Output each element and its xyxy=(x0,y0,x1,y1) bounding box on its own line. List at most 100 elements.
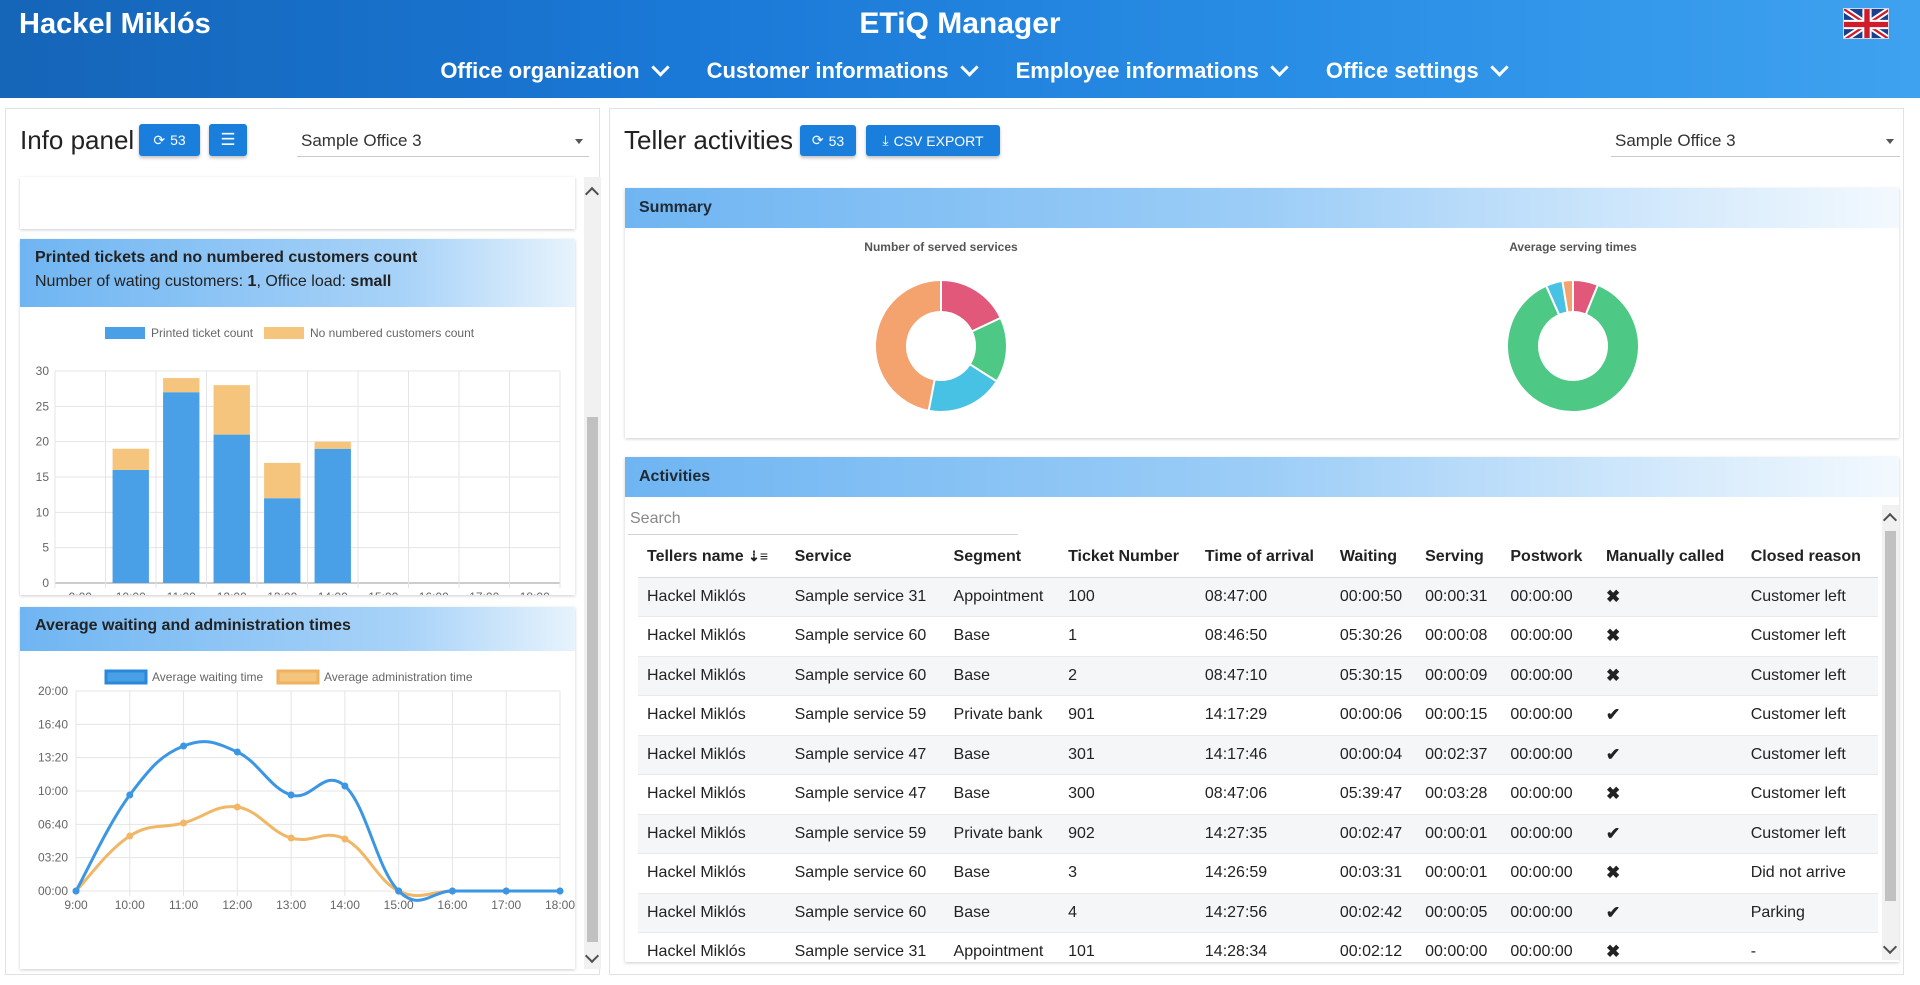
col-closed-reason[interactable]: Closed reason xyxy=(1741,537,1878,578)
scroll-down-icon[interactable] xyxy=(584,948,600,964)
x-tick-label: 11:00 xyxy=(167,590,196,595)
bar-printed-tickets xyxy=(112,469,149,583)
cell-postwork: 00:00:00 xyxy=(1501,695,1597,736)
tickets-bar-chart: Printed ticket count No numbered customer… xyxy=(36,326,561,604)
table-row[interactable]: Hackel Miklós Sample service 60 Base 3 14:26… xyxy=(638,853,1878,894)
scroll-up-icon[interactable] xyxy=(584,186,600,202)
nav-customer-informations[interactable]: Customer informations xyxy=(707,58,979,84)
previous-card xyxy=(20,177,575,229)
menu-button[interactable]: ☰ xyxy=(209,124,247,156)
nav-label: Office settings xyxy=(1325,58,1479,83)
y-tick-label: 10:00 xyxy=(38,784,68,798)
cell-ticket: 2 xyxy=(1059,656,1196,696)
cell-postwork: 00:00:00 xyxy=(1501,853,1597,894)
activities-table: Tellers name ⇣≡ Service Segment Ticket N… xyxy=(638,537,1878,962)
csv-export-button[interactable]: ⤓ CSV EXPORT xyxy=(866,125,1000,156)
cell-postwork: 00:00:00 xyxy=(1501,893,1597,933)
info-refresh-button[interactable]: ⟳ 53 xyxy=(139,124,200,156)
table-row[interactable]: Hackel Miklós Sample service 31 Appointmen… xyxy=(638,577,1878,617)
admin-time-line xyxy=(74,805,560,898)
uk-flag-icon[interactable] xyxy=(1843,8,1889,39)
x-tick-label: 15:00 xyxy=(368,590,398,595)
info-scrollbar[interactable] xyxy=(584,177,601,969)
bar-printed-tickets xyxy=(163,392,200,583)
table-row[interactable]: Hackel Miklós Sample service 47 Base 301 14:… xyxy=(638,735,1878,775)
x-tick-label: 11:00 xyxy=(169,898,198,912)
tickets-card-header: Printed tickets and no numbered customer… xyxy=(20,239,575,307)
times-line-chart: Average waiting time Average administrati… xyxy=(38,669,575,912)
cell-reason: Customer left xyxy=(1741,695,1878,736)
chevron-down-icon xyxy=(1489,58,1509,77)
activities-scrollbar[interactable] xyxy=(1882,505,1899,960)
cell-waiting: 00:02:42 xyxy=(1330,893,1417,933)
cell-waiting: 00:00:50 xyxy=(1330,577,1417,617)
load-value: small xyxy=(350,273,392,290)
cell-serving: 00:02:37 xyxy=(1416,735,1502,775)
y-tick-label: 06:40 xyxy=(38,817,68,831)
col-tellers-name[interactable]: Tellers name ⇣≡ xyxy=(638,537,786,578)
serving-times-donut xyxy=(1506,278,1640,413)
cell-segment: Appointment xyxy=(944,577,1060,617)
scroll-thumb[interactable] xyxy=(1885,531,1896,901)
cell-segment: Base xyxy=(944,735,1060,775)
app-header: Hackel Miklós ETiQ Manager Office organi… xyxy=(0,0,1920,98)
x-tick-label: 10:00 xyxy=(116,590,146,595)
scroll-thumb[interactable] xyxy=(587,417,598,942)
served-services-slice xyxy=(874,278,942,413)
scroll-up-icon[interactable] xyxy=(1882,512,1898,528)
cell-segment: Base xyxy=(944,616,1060,657)
info-office-select[interactable]: Sample Office 3 xyxy=(297,125,589,157)
col-ticket-number[interactable]: Ticket Number xyxy=(1059,537,1196,578)
table-row[interactable]: Hackel Miklós Sample service 60 Base 1 08:46… xyxy=(638,616,1878,657)
dropdown-caret-icon xyxy=(1886,139,1894,144)
y-tick-label: 20:00 xyxy=(38,684,68,698)
col-time-of-arrival[interactable]: Time of arrival xyxy=(1195,537,1331,578)
cell-serving: 00:00:00 xyxy=(1416,932,1502,962)
cell-teller: Hackel Miklós xyxy=(638,695,786,736)
cell-segment: Base xyxy=(944,853,1060,894)
search-input[interactable]: Search xyxy=(628,505,1018,535)
y-tick-label: 15 xyxy=(36,470,50,484)
x-tick-label: 12:00 xyxy=(217,590,247,595)
cell-service: Sample service 60 xyxy=(785,893,945,933)
x-tick-label: 10:00 xyxy=(115,898,145,912)
col-segment[interactable]: Segment xyxy=(944,537,1060,578)
table-row[interactable]: Hackel Miklós Sample service 59 Private ba… xyxy=(638,695,1878,736)
cell-serving: 00:00:09 xyxy=(1416,656,1502,696)
cell-arrival: 08:46:50 xyxy=(1195,616,1331,657)
cell-ticket: 301 xyxy=(1059,735,1196,775)
col-serving[interactable]: Serving xyxy=(1416,537,1502,578)
cell-teller: Hackel Miklós xyxy=(638,774,786,815)
table-row[interactable]: Hackel Miklós Sample service 31 Appointmen… xyxy=(638,932,1878,962)
cell-ticket: 902 xyxy=(1059,814,1196,854)
cell-waiting: 00:00:04 xyxy=(1330,735,1417,775)
main-nav: Office organization Customer information… xyxy=(0,58,1920,84)
col-manually-called[interactable]: Manually called xyxy=(1596,537,1742,578)
col-postwork[interactable]: Postwork xyxy=(1501,537,1597,578)
cell-teller: Hackel Miklós xyxy=(638,893,786,933)
tickets-card-status: Number of wating customers: 1, Office lo… xyxy=(35,273,560,291)
nav-office-settings[interactable]: Office settings xyxy=(1325,58,1509,84)
col-waiting[interactable]: Waiting xyxy=(1330,537,1417,578)
nav-employee-informations[interactable]: Employee informations xyxy=(1016,58,1289,84)
scroll-down-icon[interactable] xyxy=(1882,939,1898,955)
cell-reason: - xyxy=(1741,932,1878,962)
cell-arrival: 14:17:46 xyxy=(1195,735,1331,775)
table-row[interactable]: Hackel Miklós Sample service 47 Base 300 08:… xyxy=(638,774,1878,815)
col-service[interactable]: Service xyxy=(785,537,945,578)
nav-office-organization[interactable]: Office organization xyxy=(440,58,670,84)
sort-desc-icon[interactable]: ⇣≡ xyxy=(748,548,768,564)
x-tick-label: 17:00 xyxy=(491,898,521,912)
nav-label: Office organization xyxy=(440,58,640,83)
x-tick-label: 14:00 xyxy=(318,590,348,595)
teller-refresh-button[interactable]: ⟳ 53 xyxy=(800,125,856,156)
cell-postwork: 00:00:00 xyxy=(1501,616,1597,657)
cell-arrival: 14:28:34 xyxy=(1195,932,1331,962)
cell-serving: 00:00:31 xyxy=(1416,577,1502,617)
table-row[interactable]: Hackel Miklós Sample service 60 Base 4 14:27… xyxy=(638,893,1878,933)
table-row[interactable]: Hackel Miklós Sample service 59 Private ba… xyxy=(638,814,1878,854)
bar-no-numbered xyxy=(163,378,200,393)
cell-reason: Customer left xyxy=(1741,577,1878,617)
teller-office-select[interactable]: Sample Office 3 xyxy=(1611,125,1900,157)
table-row[interactable]: Hackel Miklós Sample service 60 Base 2 08:47… xyxy=(638,656,1878,696)
